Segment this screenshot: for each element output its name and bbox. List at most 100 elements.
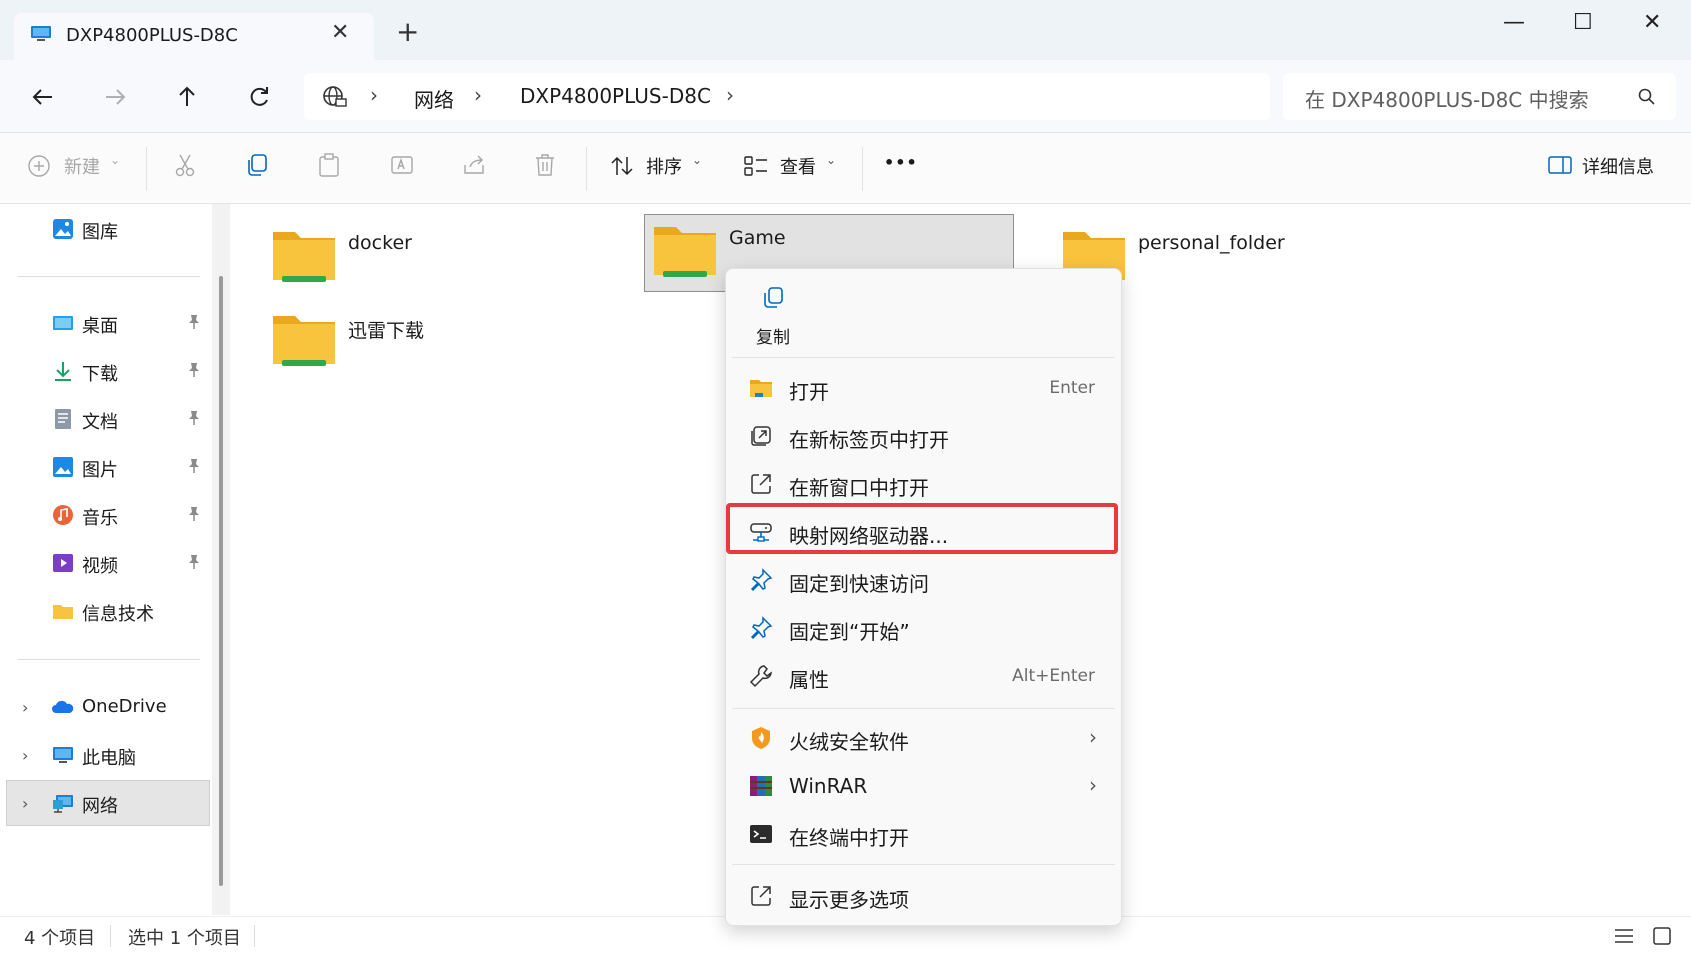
menu-item-label: 属性 [789,668,829,692]
pin-icon[interactable] [187,506,201,522]
breadcrumb-chevron-icon[interactable]: › [726,83,734,107]
status-divider [110,925,111,947]
search-input[interactable]: 在 DXP4800PLUS-D8C 中搜索 [1305,84,1589,113]
menu-divider [732,864,1115,865]
menu-item-open-terminal[interactable]: 在终端中打开 [732,812,1115,856]
expand-chevron-icon[interactable]: › [22,698,28,717]
folder-item[interactable]: docker [234,214,604,292]
toolbar-divider [586,147,587,191]
submenu-chevron-icon: › [1089,725,1097,749]
breadcrumb-chevron-icon[interactable]: › [370,83,378,107]
details-pane-icon [1548,156,1572,174]
desktop-icon [53,316,73,330]
menu-item-label: 火绒安全软件 [789,730,909,754]
minimize-button[interactable]: — [1503,10,1525,35]
menu-item-label: 固定到快速访问 [789,572,929,596]
menu-item-label: 打开 [789,380,829,404]
maximize-button[interactable]: ☐ [1573,10,1593,35]
cut-icon[interactable] [174,153,196,177]
context-quick-actions: 复制 [726,269,1121,357]
search-box[interactable]: 在 DXP4800PLUS-D8C 中搜索 [1283,73,1676,120]
menu-item-winrar[interactable]: WinRAR › [732,764,1115,808]
refresh-icon[interactable] [244,82,274,112]
pin-icon[interactable] [187,314,201,330]
tab-title: DXP4800PLUS-D8C [66,25,238,46]
large-icons-view-icon[interactable] [1652,926,1672,946]
breadcrumb-device[interactable]: DXP4800PLUS-D8C [520,84,711,108]
shared-folder-icon [654,227,716,277]
context-menu: 复制 打开 Enter 在新标签页中打开 在新窗口中打开 映射网络驱动器... … [725,268,1122,926]
back-arrow-icon[interactable] [28,82,58,112]
toolbar-divider [862,147,863,191]
videos-icon [53,554,73,572]
menu-item-pin-quick-access[interactable]: 固定到快速访问 [732,558,1115,602]
menu-item-open-new-window[interactable]: 在新窗口中打开 [732,462,1115,506]
menu-item-properties[interactable]: 属性 Alt+Enter [732,654,1115,698]
shared-folder-icon [273,316,335,366]
menu-item-huorong[interactable]: 火绒安全软件 › [732,716,1115,760]
tab-close-button[interactable]: ✕ [331,20,349,45]
up-arrow-icon[interactable] [172,82,202,112]
copy-icon[interactable] [246,153,268,177]
forward-arrow-icon[interactable] [100,82,130,112]
pin-icon[interactable] [187,410,201,426]
network-globe-icon [323,86,347,107]
pin-icon [750,568,773,592]
title-bar: DXP4800PLUS-D8C ✕ + — ☐ ✕ [0,0,1691,60]
sidebar-divider [18,276,200,277]
delete-icon[interactable] [534,153,556,177]
status-divider [254,925,255,947]
rename-icon[interactable] [390,153,414,177]
menu-item-pin-start[interactable]: 固定到“开始” [732,606,1115,650]
paste-icon[interactable] [318,153,340,177]
sidebar-scrollbar[interactable] [219,276,223,886]
more-options-button[interactable]: ••• [884,153,918,172]
context-copy-button[interactable]: 复制 [734,275,814,351]
menu-divider [732,357,1115,358]
toolbar-divider [146,147,147,191]
sidebar-item-label: 桌面 [82,316,118,337]
menu-item-open-new-tab[interactable]: 在新标签页中打开 [732,414,1115,458]
address-bar[interactable]: › 网络 › DXP4800PLUS-D8C › [304,73,1270,120]
sidebar-item-label: 文档 [82,412,118,433]
new-tab-icon [751,426,771,446]
menu-item-label: 在新窗口中打开 [789,476,929,500]
folder-item[interactable]: 迅雷下载 [234,298,604,376]
copy-icon [764,287,783,308]
menu-item-show-more-options[interactable]: 显示更多选项 [732,874,1115,918]
folder-name: personal_folder [1138,232,1285,254]
navigation-pane: 图库 桌面 下载 文档 图片 音乐 视频 信息技术 › OneDrive › 此… [0,204,218,915]
folder-open-icon [750,380,772,397]
folder-name: docker [348,232,412,254]
new-tab-button[interactable]: + [396,18,419,46]
item-count: 4 个项目 [24,928,96,949]
pin-icon[interactable] [187,362,201,378]
computer-icon [31,26,51,41]
sidebar-item-label: 图库 [82,222,118,243]
tab-active[interactable]: DXP4800PLUS-D8C ✕ [14,13,374,60]
expand-chevron-icon[interactable]: › [22,746,28,765]
sidebar-item-label: 网络 [82,796,118,817]
breadcrumb-network[interactable]: 网络 [414,84,454,113]
close-window-button[interactable]: ✕ [1643,10,1661,35]
submenu-chevron-icon: › [1089,773,1097,797]
view-label: 查看 [780,157,816,178]
search-icon[interactable] [1638,88,1656,106]
details-view-icon[interactable] [1614,927,1634,945]
details-label: 详细信息 [1582,157,1654,178]
pin-icon [750,616,773,640]
selection-count: 选中 1 个项目 [128,928,241,949]
share-icon[interactable] [462,153,486,177]
pin-icon[interactable] [187,554,201,570]
wrench-icon [749,665,772,688]
onedrive-cloud-icon [52,700,74,713]
pin-icon[interactable] [187,458,201,474]
chevron-down-icon: ⌄ [826,153,837,167]
breadcrumb-chevron-icon[interactable]: › [474,83,482,107]
sidebar-item-label: 此电脑 [82,748,136,769]
copy-label: 复制 [756,328,790,348]
command-bar: 新建 ⌄ 排序 ⌄ 查看 ⌄ ••• 详细信息 [0,133,1691,204]
sidebar-divider [18,659,200,660]
expand-chevron-icon[interactable]: › [22,794,28,813]
menu-item-open[interactable]: 打开 Enter [732,366,1115,410]
